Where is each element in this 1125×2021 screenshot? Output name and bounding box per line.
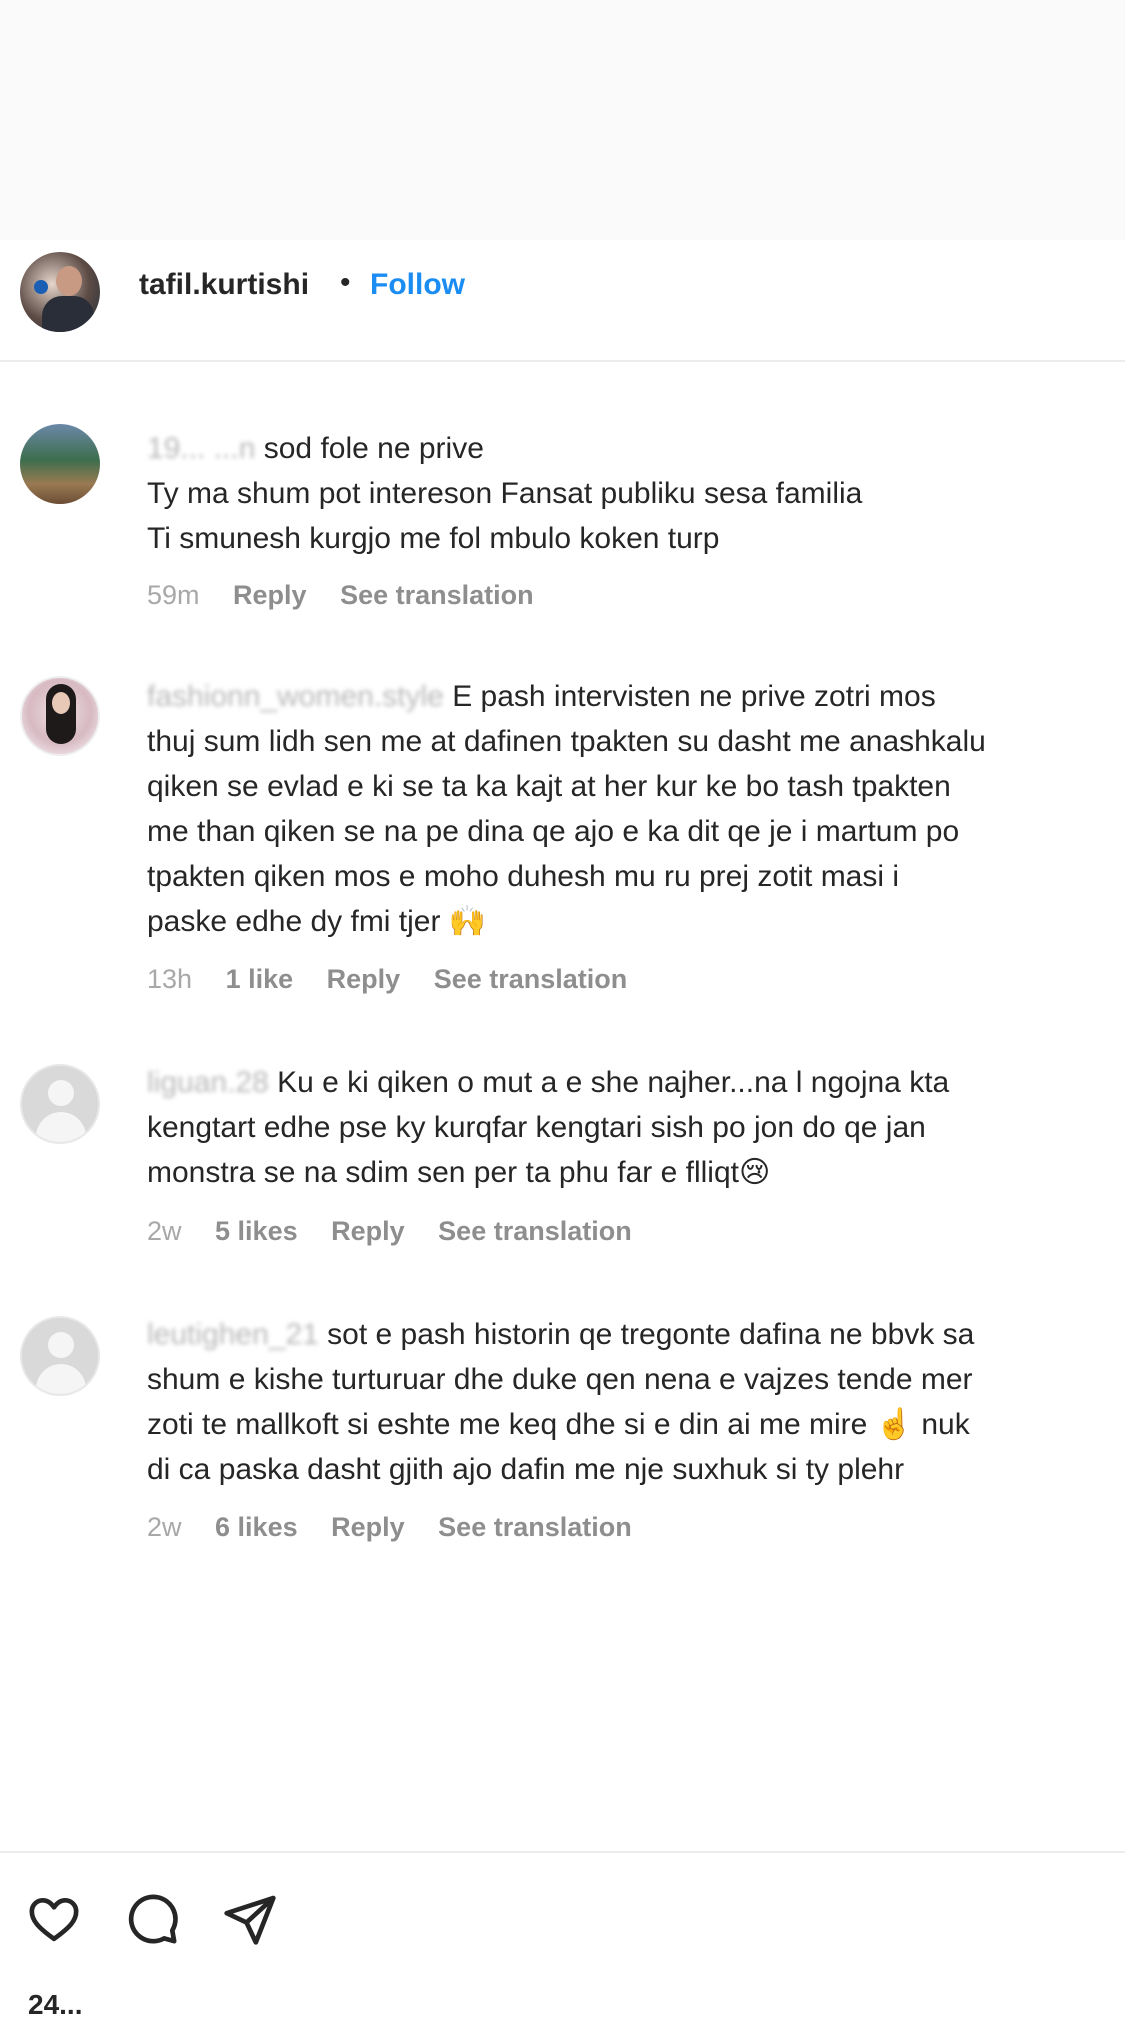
comment-time: 2w <box>147 1512 182 1542</box>
comment-likes[interactable]: 5 likes <box>215 1216 298 1246</box>
reply-button[interactable]: Reply <box>233 580 307 610</box>
share-icon[interactable] <box>222 1891 278 1947</box>
comment-likes[interactable]: 6 likes <box>215 1512 298 1542</box>
heart-icon[interactable] <box>26 1891 82 1947</box>
top-blank-area <box>0 0 1125 240</box>
see-translation-link[interactable]: See translation <box>340 580 534 610</box>
reply-button[interactable]: Reply <box>331 1512 405 1542</box>
post-likes-count[interactable]: 24... <box>28 1989 82 2021</box>
comment-text: liguan.28 Ku e ki qiken o mut a e she na… <box>147 1066 950 1189</box>
follow-button[interactable]: Follow <box>370 268 465 302</box>
comment-time: 2w <box>147 1216 182 1246</box>
see-translation-link[interactable]: See translation <box>434 964 628 994</box>
post-actions-bar: 24... <box>0 1851 1125 2020</box>
comment-meta: 59m Reply See translation <box>147 580 560 611</box>
comment-icon[interactable] <box>124 1891 180 1947</box>
microphone-icon <box>34 280 48 294</box>
commenter-avatar[interactable] <box>20 676 100 756</box>
see-translation-link[interactable]: See translation <box>438 1512 632 1542</box>
default-avatar-icon[interactable] <box>20 1064 100 1144</box>
comment-time: 59m <box>147 580 200 610</box>
commenter-username[interactable]: 19... ...n <box>147 432 255 465</box>
comment-time: 13h <box>147 964 193 994</box>
separator-dot: • <box>340 266 351 299</box>
reply-button[interactable]: Reply <box>327 964 401 994</box>
commenter-username[interactable]: leutighen_21 <box>147 1318 319 1351</box>
author-username[interactable]: tafil.kurtishi <box>139 268 309 302</box>
author-avatar[interactable] <box>20 252 100 332</box>
comment-likes[interactable]: 1 like <box>226 964 294 994</box>
see-translation-link[interactable]: See translation <box>438 1216 632 1246</box>
comment-meta: 13h 1 like Reply See translation <box>147 964 653 995</box>
comment-meta: 2w 6 likes Reply See translation <box>147 1512 658 1543</box>
commenter-avatar[interactable] <box>20 424 100 504</box>
reply-button[interactable]: Reply <box>331 1216 405 1246</box>
comment-meta: 2w 5 likes Reply See translation <box>147 1216 658 1247</box>
comment-text: fashionn_women.style E pash intervisten … <box>147 680 986 938</box>
comment-text: 19... ...n sod fole ne prive Ty ma shum … <box>147 432 863 555</box>
commenter-username[interactable]: fashionn_women.style <box>147 680 444 713</box>
default-avatar-icon[interactable] <box>20 1316 100 1396</box>
comment-text: leutighen_21 sot e pash historin qe treg… <box>147 1318 975 1486</box>
commenter-username[interactable]: liguan.28 <box>147 1066 269 1099</box>
post-header: tafil.kurtishi • Follow <box>0 240 1125 362</box>
